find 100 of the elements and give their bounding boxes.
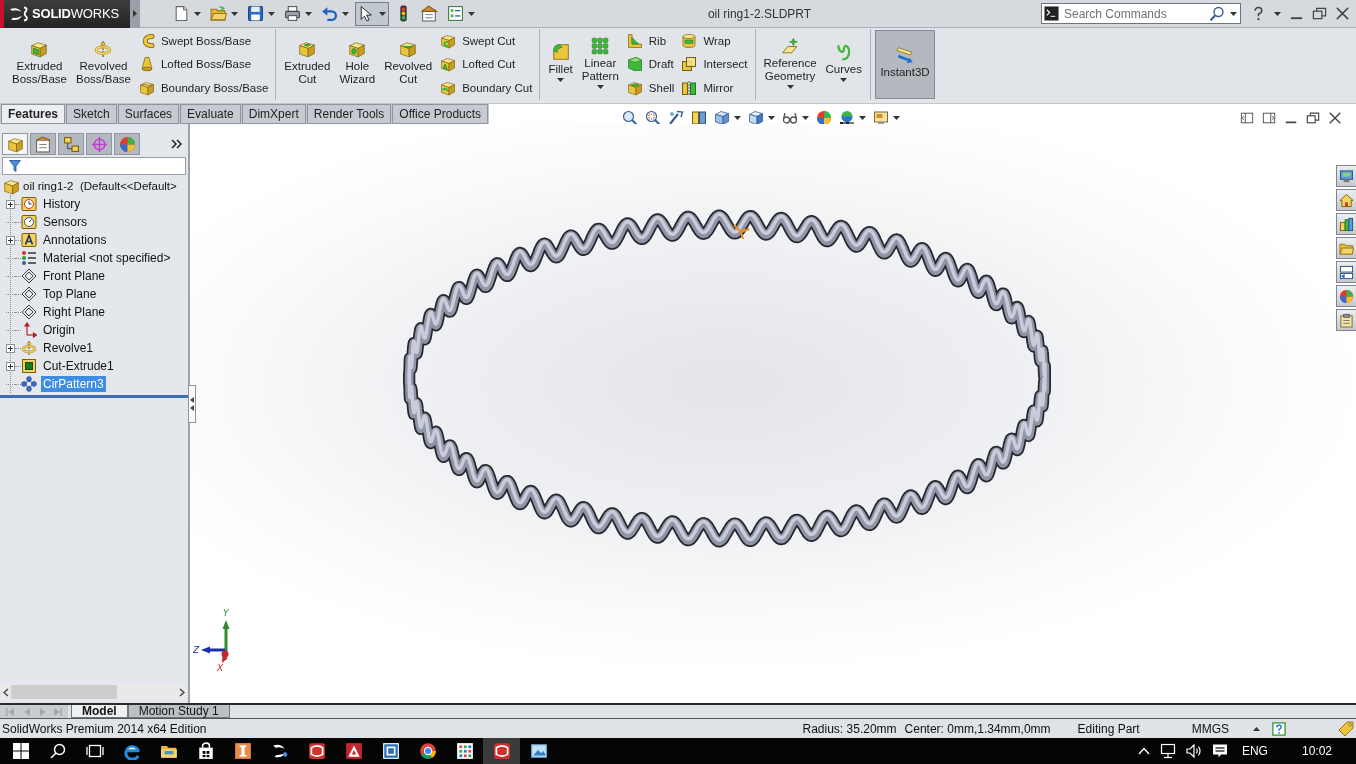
shopping-bag-icon[interactable] — [196, 742, 215, 760]
command-button[interactable]: Swept Boss/Base — [135, 30, 272, 52]
caret-down-icon[interactable] — [893, 116, 901, 120]
quick-access-button[interactable] — [355, 1, 389, 26]
command-tab[interactable]: DimXpert — [241, 104, 306, 124]
command-button[interactable]: Revolved Cut — [380, 30, 437, 99]
caret-down-icon[interactable] — [859, 116, 867, 120]
grid-dots-icon[interactable] — [591, 36, 610, 55]
box-notch-icon[interactable] — [399, 39, 418, 58]
caret-down-icon[interactable] — [194, 11, 201, 16]
command-button[interactable]: Extruded Boss/Base — [8, 30, 71, 99]
restore-icon[interactable] — [1312, 6, 1327, 21]
tag-icon[interactable] — [1338, 720, 1354, 737]
scene-sphere-icon[interactable] — [839, 110, 856, 126]
command-button[interactable]: Hole Wizard — [335, 30, 380, 99]
rounded-block-icon[interactable] — [551, 43, 570, 61]
command-button[interactable]: Fillet — [544, 30, 577, 99]
printer-icon[interactable] — [284, 5, 301, 22]
splitter-handle[interactable] — [188, 385, 196, 423]
chevron-left-icon[interactable] — [3, 687, 9, 697]
tree-root-label[interactable]: oil ring1-2 (Default<<Default> — [23, 180, 177, 192]
tree-item[interactable]: Top Plane — [41, 286, 99, 302]
plus-box-icon[interactable] — [6, 199, 15, 209]
app-tile-icon[interactable] — [307, 742, 326, 760]
box-curve-icon[interactable] — [440, 80, 457, 97]
shaded-cube-icon[interactable] — [748, 110, 765, 126]
page-icon[interactable] — [173, 5, 190, 22]
command-tab[interactable]: Sketch — [66, 104, 117, 124]
plus-box-icon[interactable] — [6, 235, 15, 245]
command-button[interactable]: Intersect — [678, 54, 751, 75]
caret-down-icon[interactable] — [1274, 11, 1281, 16]
search-icon[interactable] — [1209, 5, 1225, 22]
speaker-icon[interactable] — [1185, 743, 1202, 759]
wavy-block-icon[interactable] — [138, 80, 155, 97]
caret-down-icon[interactable] — [268, 11, 275, 16]
caret-down-icon[interactable] — [1230, 11, 1237, 16]
chevron-right-icon[interactable] — [179, 687, 185, 697]
box-groove-icon[interactable] — [440, 32, 457, 49]
caret-down-icon[interactable] — [231, 11, 238, 16]
model-tab[interactable]: Motion Study 1 — [127, 705, 230, 718]
tree-item[interactable]: Right Plane — [41, 304, 108, 320]
picture-frame-icon[interactable] — [529, 742, 548, 760]
command-tab[interactable]: Office Products — [392, 104, 489, 124]
monitor-settings-icon[interactable] — [873, 110, 890, 126]
scrollbar-thumb[interactable] — [11, 685, 117, 699]
split-right-icon[interactable] — [1262, 111, 1276, 125]
command-button[interactable]: Lofted Boss/Base — [135, 54, 272, 75]
network-icon[interactable] — [1159, 743, 1176, 759]
bar-tile-icon[interactable] — [233, 742, 252, 760]
chevron-up-icon[interactable] — [1137, 747, 1150, 755]
browser-icon[interactable] — [122, 742, 141, 760]
tree-item[interactable]: Annotations — [41, 232, 109, 248]
close-icon[interactable] — [1335, 6, 1350, 21]
caret-down-icon[interactable] — [840, 78, 848, 82]
command-button[interactable]: Mirror — [678, 77, 751, 99]
grid-tile-icon[interactable] — [455, 742, 474, 760]
double-chevron-icon[interactable] — [171, 139, 182, 149]
tree-item[interactable]: Front Plane — [41, 268, 108, 284]
undo-arrow-icon[interactable] — [321, 5, 338, 22]
view-cube-icon[interactable] — [714, 110, 731, 126]
window-tile-icon[interactable] — [381, 742, 400, 760]
command-button[interactable]: Rib — [623, 30, 678, 52]
command-button[interactable]: Instant3D — [875, 30, 935, 99]
tree-item[interactable]: History — [41, 196, 83, 212]
command-button[interactable]: Linear Pattern — [577, 30, 623, 99]
color-sphere-icon[interactable] — [816, 110, 833, 126]
command-button[interactable]: Boundary Boss/Base — [135, 77, 272, 99]
command-button[interactable]: Wrap — [678, 30, 751, 52]
command-button[interactable]: Extruded Cut — [280, 30, 335, 99]
units-text[interactable]: MMGS — [1191, 721, 1229, 736]
caret-down-icon[interactable] — [802, 116, 810, 120]
mirror-blocks-icon[interactable] — [681, 80, 698, 97]
app-tile-icon[interactable] — [492, 742, 511, 760]
tree-item[interactable]: Material <not specified> — [41, 250, 173, 266]
taskbar-button[interactable] — [483, 738, 520, 764]
cylinder-icon[interactable] — [681, 32, 698, 49]
caret-down-icon[interactable] — [468, 11, 475, 16]
caret-down-icon[interactable] — [305, 11, 312, 16]
box-icon[interactable] — [30, 39, 49, 58]
close-icon[interactable] — [1328, 111, 1342, 125]
language-indicator[interactable]: ENG — [1241, 744, 1268, 758]
clock[interactable]: 10:02 — [1301, 744, 1332, 758]
caret-down-icon[interactable] — [557, 78, 565, 82]
filter-field[interactable] — [2, 157, 186, 175]
windows-logo-icon[interactable] — [12, 743, 29, 759]
wedge-icon[interactable] — [626, 56, 643, 73]
triangle-tile-icon[interactable] — [344, 742, 363, 760]
command-button[interactable]: Boundary Cut — [437, 77, 536, 99]
command-button[interactable]: Curves — [821, 30, 866, 99]
overlap-blocks-icon[interactable] — [681, 56, 698, 73]
cursor-arrow-icon[interactable] — [358, 5, 375, 22]
plus-box-icon[interactable] — [6, 343, 15, 353]
plus-box-icon[interactable] — [6, 361, 15, 371]
horizontal-scrollbar[interactable] — [0, 684, 188, 700]
notification-icon[interactable] — [1211, 743, 1228, 759]
checklist-icon[interactable] — [447, 5, 464, 22]
frustum-icon[interactable] — [138, 56, 155, 73]
box-taper-icon[interactable] — [440, 56, 457, 73]
caret-down-icon[interactable] — [734, 116, 742, 120]
triangle-right-icon[interactable] — [133, 10, 137, 17]
